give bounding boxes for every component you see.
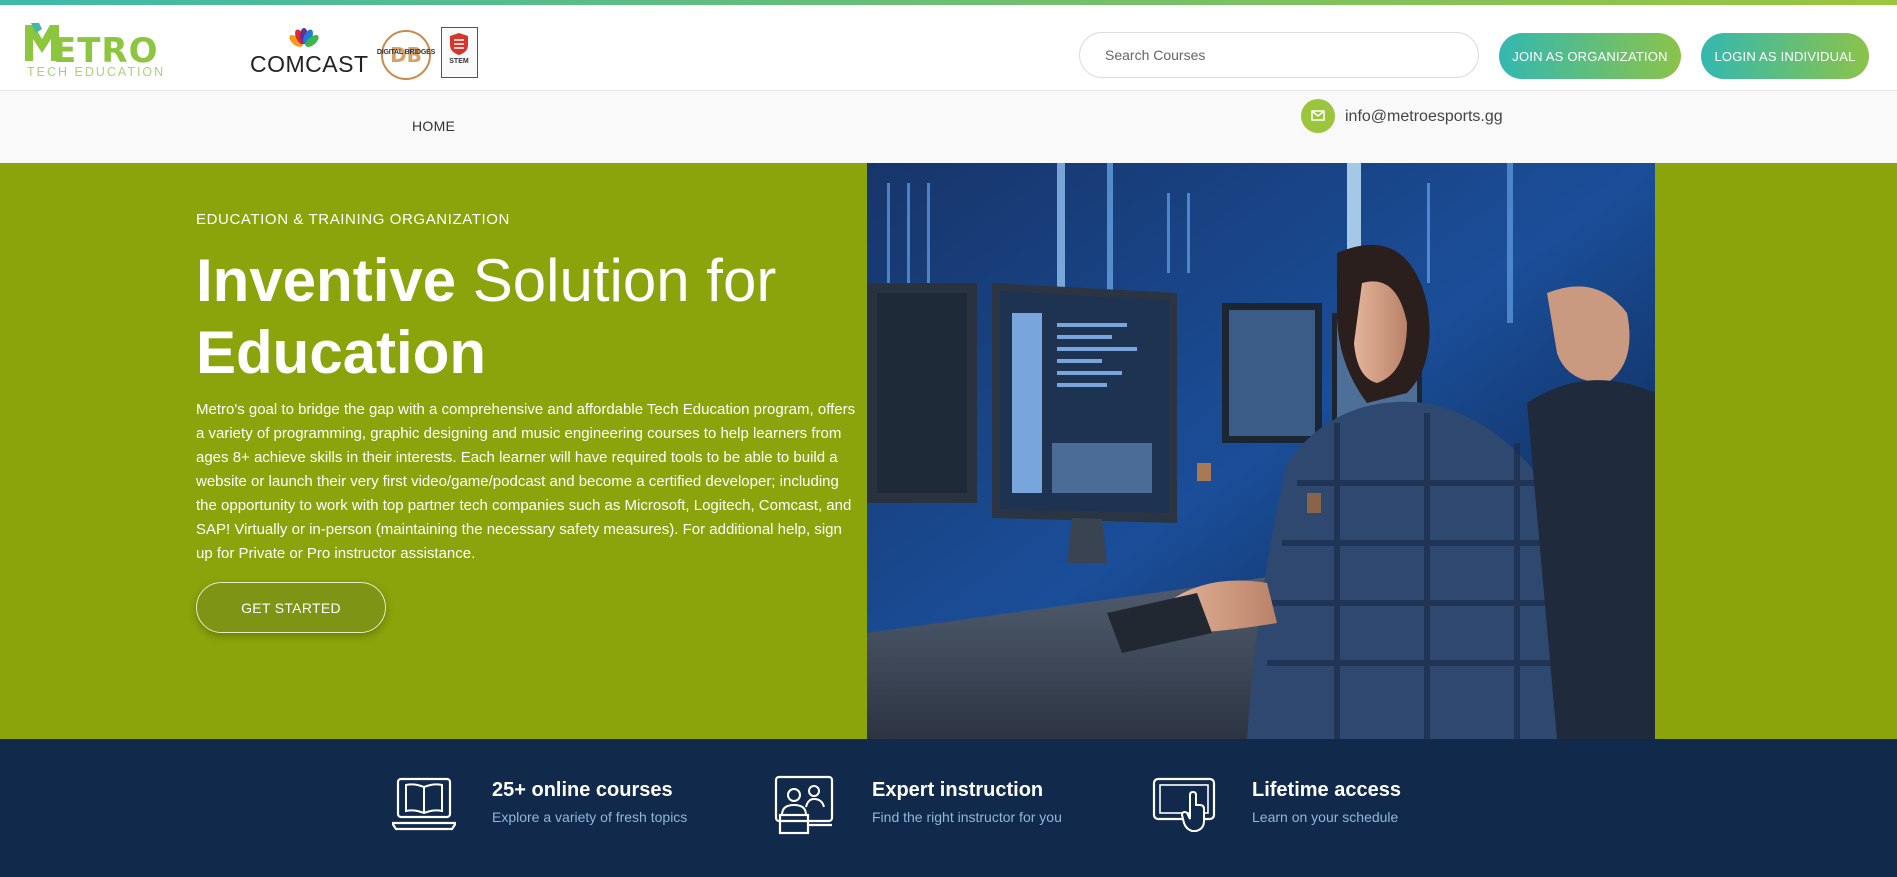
- search-courses-input[interactable]: [1079, 32, 1479, 78]
- headline-bold-inventive: Inventive: [196, 247, 457, 314]
- site-header: ETRO TECH EDUCATION COMCAST DB DIGITAL B…: [0, 5, 1897, 90]
- laptop-book-icon: [392, 777, 456, 831]
- envelope-icon: [1301, 99, 1335, 133]
- feature-subtitle: Find the right instructor for you: [872, 809, 1062, 825]
- feature-title: 25+ online courses: [492, 779, 673, 801]
- stem-logo: STEM: [441, 27, 478, 78]
- hero-section: EDUCATION & TRAINING ORGANIZATION Invent…: [0, 163, 1897, 739]
- features-bar: 25+ online courses Explore a variety of …: [0, 739, 1897, 877]
- comcast-wordmark: COMCAST: [250, 51, 369, 77]
- feature-subtitle: Explore a variety of fresh topics: [492, 809, 688, 825]
- contact-email-link[interactable]: info@metroesports.gg: [1345, 108, 1503, 126]
- hero-headline: Inventive Solution for Education: [196, 245, 836, 389]
- digital-bridges-logo: DB DIGITAL BRIDGES: [377, 29, 435, 81]
- join-as-organization-button[interactable]: JOIN AS ORGANIZATION: [1499, 33, 1681, 79]
- comcast-logo: COMCAST: [250, 27, 368, 77]
- hero-photo-developers-at-monitors: [867, 163, 1655, 739]
- hero-description: Metro's goal to bridge the gap with a co…: [196, 401, 856, 562]
- digital-bridges-label: DIGITAL BRIDGES: [376, 49, 436, 56]
- headline-regular: Solution for: [456, 247, 777, 314]
- main-navigation: HOME info@metroesports.gg: [0, 90, 1897, 163]
- feature-title: Lifetime access: [1252, 779, 1401, 801]
- shield-icon: [450, 33, 468, 55]
- feature-subtitle: Learn on your schedule: [1252, 809, 1399, 825]
- get-started-button[interactable]: GET STARTED: [196, 582, 386, 633]
- tablet-touch-icon: [1152, 777, 1216, 832]
- feature-title: Expert instruction: [872, 779, 1044, 801]
- stem-label: STEM: [449, 58, 469, 65]
- nav-item-home[interactable]: HOME: [412, 118, 455, 134]
- login-as-individual-button[interactable]: LOGIN AS INDIVIDUAL: [1701, 33, 1869, 79]
- metro-logo[interactable]: ETRO TECH EDUCATION: [25, 17, 175, 82]
- logo-tagline: TECH EDUCATION: [27, 65, 166, 79]
- hero-eyebrow: EDUCATION & TRAINING ORGANIZATION: [196, 211, 510, 228]
- nbc-peacock-icon: [289, 28, 319, 47]
- instructor-icon: [774, 775, 834, 835]
- headline-bold-education: Education: [196, 319, 487, 386]
